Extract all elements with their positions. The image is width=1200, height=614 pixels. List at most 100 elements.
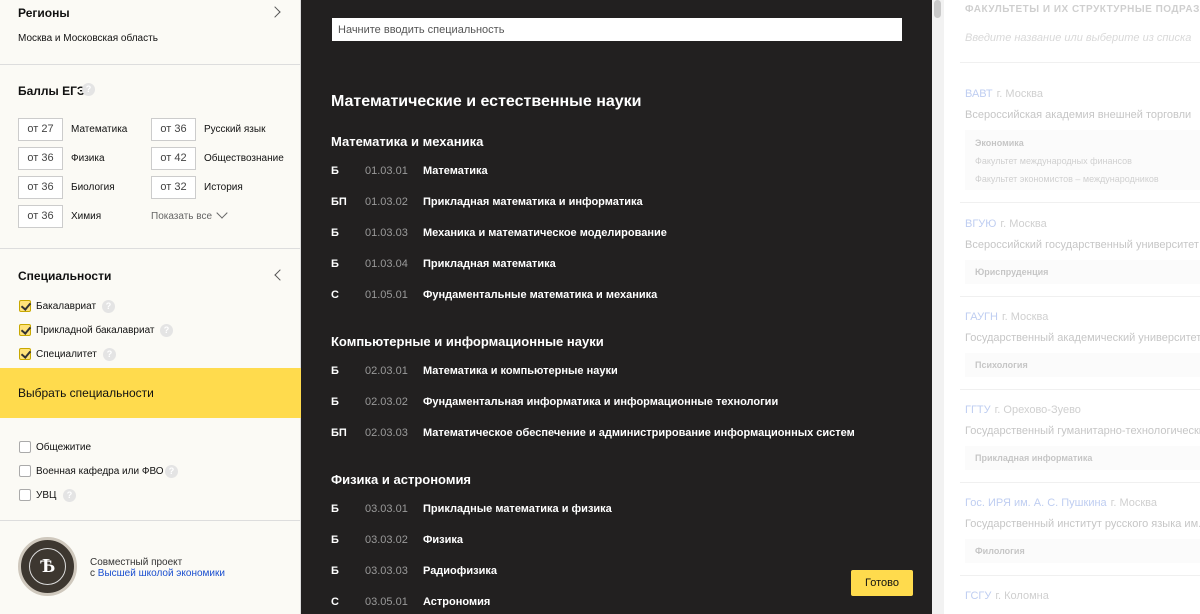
- specialty-row[interactable]: БП 01.03.02 Прикладная математика и инфо…: [331, 196, 891, 212]
- university-abbr[interactable]: ГАУГН: [965, 311, 998, 323]
- university-abbr[interactable]: ВАВТ: [965, 88, 993, 100]
- university-abbr[interactable]: Гос. ИРЯ им. А. С. Пушкина: [965, 497, 1107, 509]
- done-button[interactable]: Готово: [851, 570, 913, 596]
- specialty-name[interactable]: Прикладные математика и физика: [423, 503, 612, 515]
- faculty-item[interactable]: Экономика: [975, 138, 1024, 148]
- specialty-name[interactable]: Прикладная математика и информатика: [423, 196, 643, 208]
- dormitory-label[interactable]: Общежитие: [36, 442, 91, 453]
- university-heading[interactable]: Гос. ИРЯ им. А. С. Пушкина г. Москва: [965, 497, 1157, 509]
- score-russian-input[interactable]: от 36: [151, 118, 196, 141]
- faculty-item[interactable]: Прикладная информатика: [975, 453, 1092, 463]
- university-heading[interactable]: ВАВТ г. Москва: [965, 88, 1043, 100]
- regions-value[interactable]: Москва и Московская область: [18, 33, 158, 44]
- applied-bachelor-label[interactable]: Прикладной бакалавриат: [36, 325, 155, 336]
- divider: [960, 575, 1200, 576]
- faculty-item[interactable]: Юриспруденция: [975, 267, 1048, 277]
- specialty-name[interactable]: Фундаментальные математика и механика: [423, 289, 657, 301]
- scrollbar[interactable]: [932, 0, 944, 614]
- university-city: г. Москва: [1000, 218, 1047, 230]
- help-icon[interactable]: ?: [102, 300, 115, 313]
- specialty-code: 01.05.01: [365, 289, 408, 301]
- specialty-row[interactable]: Б 01.03.03 Механика и математическое мод…: [331, 227, 891, 243]
- specialty-code: 03.03.03: [365, 565, 408, 577]
- applied-bachelor-checkbox[interactable]: [19, 324, 31, 336]
- divider: [960, 296, 1200, 297]
- specialty-level: С: [331, 596, 339, 608]
- university-heading[interactable]: ГГТУ г. Орехово-Зуево: [965, 404, 1081, 416]
- hse-link[interactable]: Высшей школой экономики: [98, 568, 225, 579]
- specialty-name[interactable]: Астрономия: [423, 596, 490, 608]
- score-physics-input[interactable]: от 36: [18, 147, 63, 170]
- show-all-link[interactable]: Показать все: [151, 211, 212, 222]
- faculty-item[interactable]: Факультет международных финансов: [975, 156, 1132, 166]
- score-biology-input[interactable]: от 36: [18, 176, 63, 199]
- university-abbr[interactable]: ГГТУ: [965, 404, 991, 416]
- faculties-header: ФАКУЛЬТЕТЫ И ИХ СТРУКТУРНЫЕ ПОДРАЗДЕЛЕНИ…: [965, 4, 1200, 15]
- specialty-name[interactable]: Физика: [423, 534, 463, 546]
- chevron-right-icon[interactable]: [269, 6, 281, 18]
- specialty-row[interactable]: Б 03.03.03 Радиофизика: [331, 565, 891, 581]
- university-heading[interactable]: ГАУГН г. Москва: [965, 311, 1048, 323]
- specialty-row[interactable]: С 01.05.01 Фундаментальные математика и …: [331, 289, 891, 305]
- university-abbr[interactable]: ГСГУ: [965, 590, 991, 602]
- specialty-row[interactable]: С 03.05.01 Астрономия: [331, 596, 891, 612]
- specialty-name[interactable]: Фундаментальная информатика и информацио…: [423, 396, 778, 408]
- bachelor-checkbox[interactable]: [19, 300, 31, 312]
- score-physics-label: Физика: [71, 153, 105, 164]
- uvc-label[interactable]: УВЦ: [36, 490, 56, 501]
- scrollbar-thumb[interactable]: [934, 0, 941, 18]
- faculty-item[interactable]: Психология: [975, 360, 1028, 370]
- university-city: г. Москва: [1001, 311, 1049, 323]
- university-heading[interactable]: ГСГУ г. Коломна: [965, 590, 1049, 602]
- choose-specialties-button[interactable]: Выбрать специальности: [0, 368, 301, 418]
- specialty-code: 01.03.02: [365, 196, 408, 208]
- divider: [0, 520, 301, 521]
- military-checkbox[interactable]: [19, 465, 31, 477]
- divider: [960, 482, 1200, 483]
- regions-title[interactable]: Регионы: [18, 6, 70, 20]
- uvc-checkbox[interactable]: [19, 489, 31, 501]
- specialty-name[interactable]: Математическое обеспечение и администрир…: [423, 427, 855, 439]
- specialty-row[interactable]: Б 01.03.04 Прикладная математика: [331, 258, 891, 274]
- help-icon[interactable]: ?: [160, 324, 173, 337]
- specialty-name[interactable]: Механика и математическое моделирование: [423, 227, 667, 239]
- help-icon[interactable]: ?: [165, 465, 178, 478]
- specialty-row[interactable]: Б 03.03.02 Физика: [331, 534, 891, 550]
- specialties-panel: Математические и естественные науки Мате…: [301, 0, 932, 614]
- specialty-name[interactable]: Математика и компьютерные науки: [423, 365, 618, 377]
- specialty-row[interactable]: Б 01.03.01 Математика: [331, 165, 891, 181]
- specialty-name[interactable]: Прикладная математика: [423, 258, 556, 270]
- specialty-row[interactable]: Б 02.03.02 Фундаментальная информатика и…: [331, 396, 891, 412]
- specialty-level: Б: [331, 565, 339, 577]
- divider: [960, 62, 1200, 63]
- specialty-code: 03.03.01: [365, 503, 408, 515]
- specialty-level: Б: [331, 258, 339, 270]
- dormitory-checkbox[interactable]: [19, 441, 31, 453]
- specialist-label[interactable]: Специалитет: [36, 349, 97, 360]
- score-math-input[interactable]: от 27: [18, 118, 63, 141]
- specialty-name[interactable]: Радиофизика: [423, 565, 497, 577]
- faculty-search-input[interactable]: Введите название или выберите из списка: [965, 32, 1191, 44]
- specialty-search-input[interactable]: [332, 18, 902, 41]
- score-history-input[interactable]: от 32: [151, 176, 196, 199]
- score-chemistry-input[interactable]: от 36: [18, 205, 63, 228]
- faculty-list: Прикладная информатика: [965, 446, 1200, 470]
- help-icon[interactable]: ?: [103, 348, 116, 361]
- help-icon[interactable]: ?: [82, 83, 95, 96]
- specialty-row[interactable]: БП 02.03.03 Математическое обеспечение и…: [331, 427, 891, 443]
- university-abbr[interactable]: ВГУЮ: [965, 218, 996, 230]
- specialist-checkbox[interactable]: [19, 348, 31, 360]
- faculty-item[interactable]: Факультет экономистов – международников: [975, 174, 1159, 184]
- military-label[interactable]: Военная кафедра или ФВО: [36, 466, 164, 477]
- help-icon[interactable]: ?: [63, 489, 76, 502]
- specialty-row[interactable]: Б 02.03.01 Математика и компьютерные нау…: [331, 365, 891, 381]
- university-heading[interactable]: ВГУЮ г. Москва: [965, 218, 1047, 230]
- specialty-row[interactable]: Б 03.03.01 Прикладные математика и физик…: [331, 503, 891, 519]
- score-social-input[interactable]: от 42: [151, 147, 196, 170]
- bachelor-label[interactable]: Бакалавриат: [36, 301, 96, 312]
- chevron-left-icon[interactable]: [274, 269, 286, 281]
- footer-text-line2: с Высшей школой экономики: [90, 568, 225, 579]
- faculty-item[interactable]: Филология: [975, 546, 1025, 556]
- specialty-name[interactable]: Математика: [423, 165, 488, 177]
- chevron-down-icon[interactable]: [216, 207, 228, 219]
